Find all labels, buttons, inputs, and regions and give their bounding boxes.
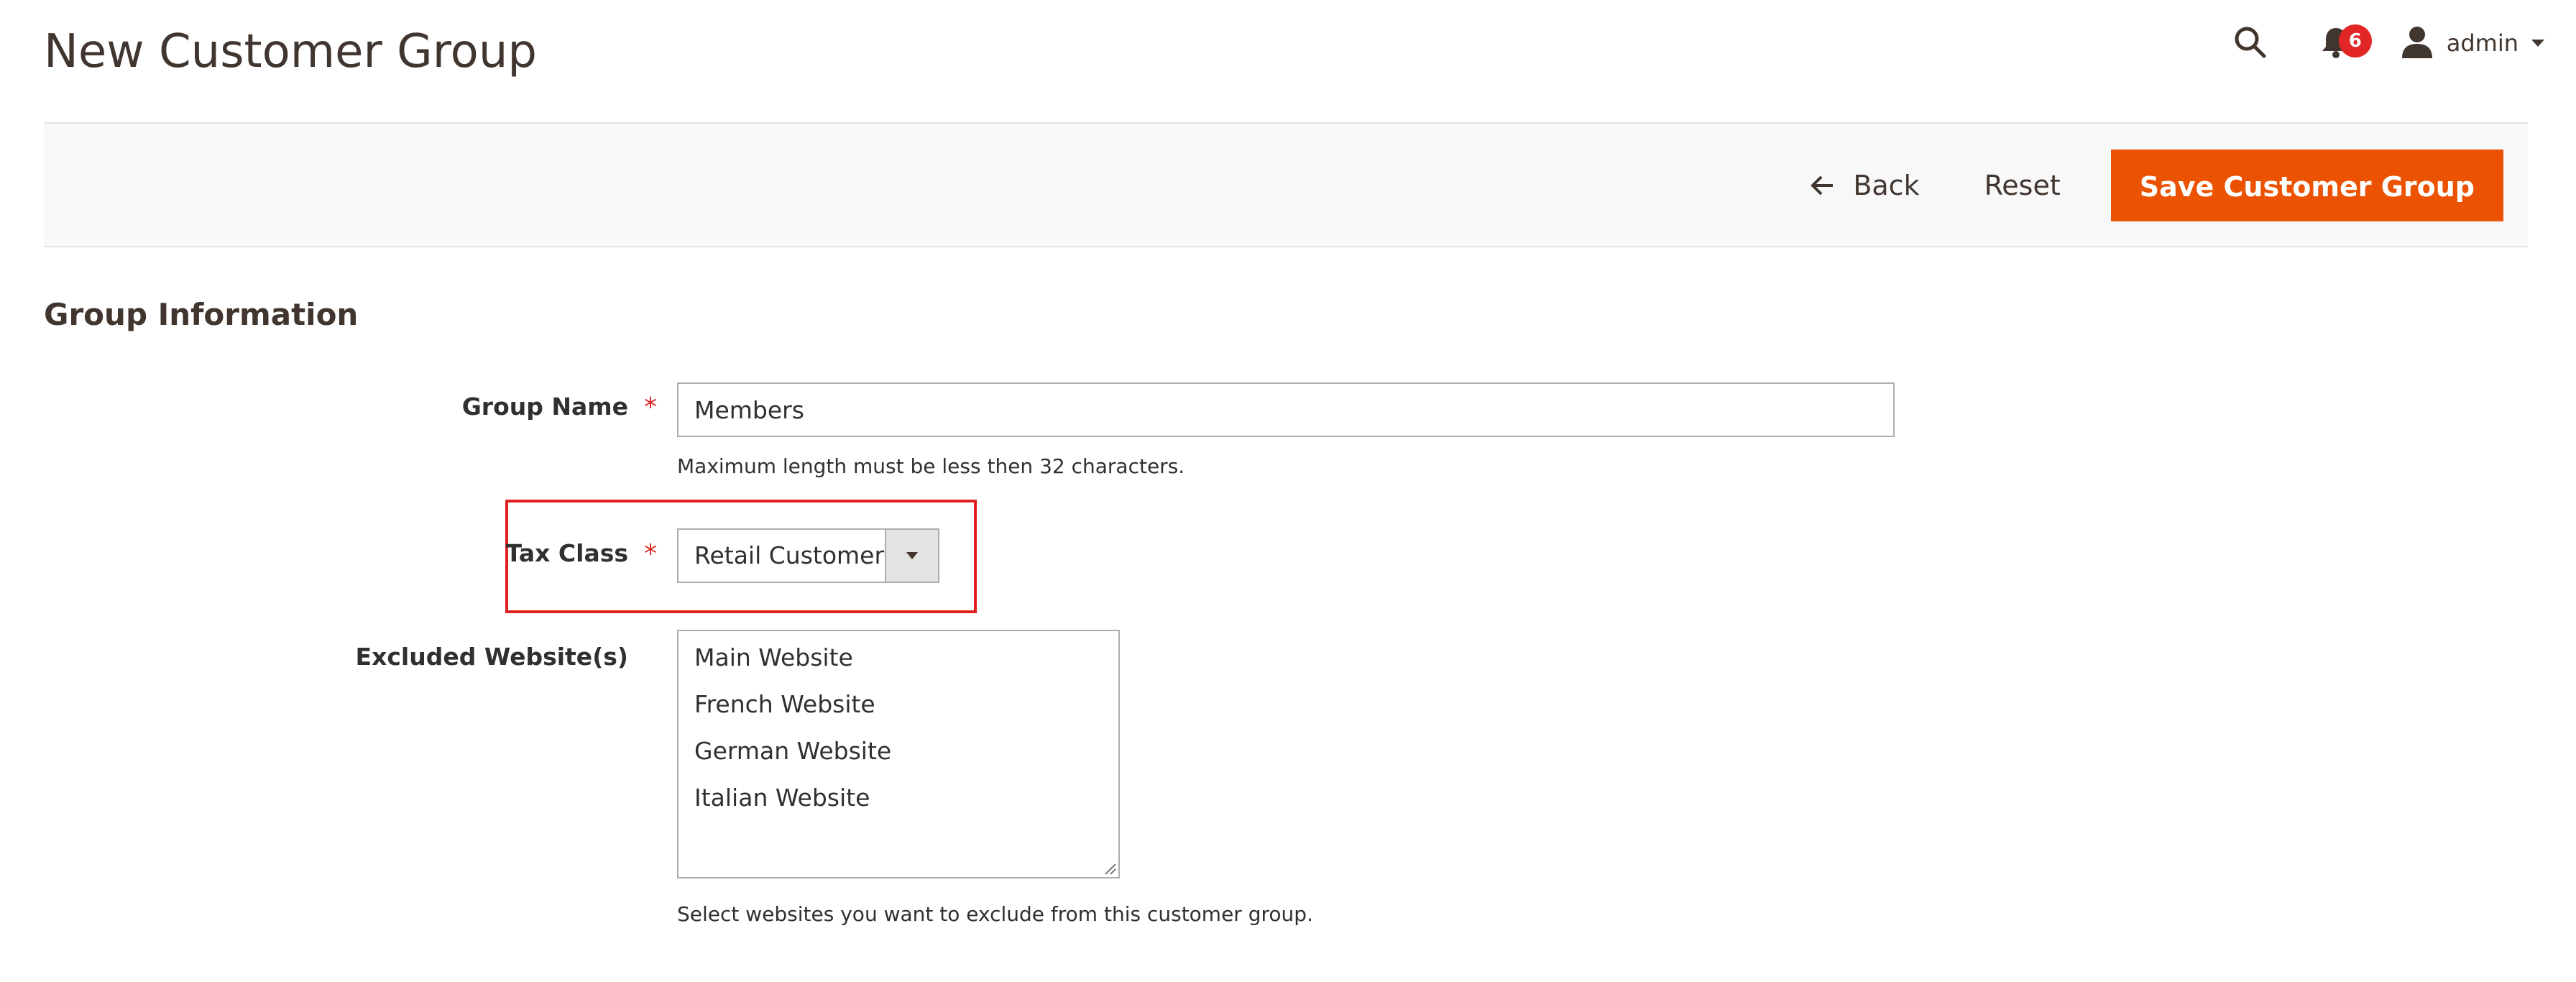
website-option-french[interactable]: French Website bbox=[678, 687, 1118, 733]
tax-class-required-mark: * bbox=[644, 539, 657, 569]
tax-class-select[interactable]: Retail Customer bbox=[677, 528, 939, 583]
user-menu[interactable]: admin bbox=[2401, 20, 2544, 66]
arrow-left-icon bbox=[1811, 175, 1834, 196]
page-title: New Customer Group bbox=[44, 25, 537, 78]
reset-button[interactable]: Reset bbox=[1977, 150, 2068, 221]
page-actions-bar: Back Reset Save Customer Group bbox=[44, 122, 2528, 247]
excluded-websites-multiselect[interactable]: Main Website French Website German Websi… bbox=[677, 630, 1120, 878]
chevron-down-icon bbox=[2531, 40, 2544, 47]
back-button[interactable]: Back bbox=[1803, 150, 1926, 221]
search-icon bbox=[2232, 24, 2267, 62]
search-button[interactable] bbox=[2228, 20, 2271, 66]
website-option-german[interactable]: German Website bbox=[678, 733, 1118, 780]
excluded-websites-note: Select websites you want to exclude from… bbox=[677, 902, 1313, 926]
group-name-required-mark: * bbox=[644, 393, 657, 422]
resize-grip-icon[interactable] bbox=[1103, 861, 1117, 876]
save-customer-group-button[interactable]: Save Customer Group bbox=[2110, 150, 2503, 221]
notifications-button[interactable]: 6 bbox=[2314, 20, 2372, 66]
group-name-note: Maximum length must be less then 32 char… bbox=[677, 454, 1185, 478]
tax-class-selected-value: Retail Customer bbox=[694, 541, 885, 569]
notifications-badge: 6 bbox=[2338, 24, 2372, 58]
chevron-down-icon bbox=[906, 552, 918, 559]
excluded-websites-label: Excluded Website(s) bbox=[355, 643, 628, 671]
user-name: admin bbox=[2446, 29, 2518, 57]
tax-class-select-toggle[interactable] bbox=[885, 530, 938, 582]
section-title: Group Information bbox=[44, 297, 359, 332]
page-actions: Back Reset Save Customer Group bbox=[1803, 150, 2503, 221]
tax-class-label: Tax Class bbox=[505, 539, 628, 567]
group-name-input[interactable] bbox=[677, 382, 1895, 437]
website-option-italian[interactable]: Italian Website bbox=[678, 780, 1118, 827]
group-name-label: Group Name bbox=[461, 393, 628, 421]
user-icon bbox=[2401, 25, 2434, 61]
back-button-label: Back bbox=[1853, 170, 1920, 201]
header-actions: 6 admin bbox=[2228, 20, 2544, 66]
website-option-main[interactable]: Main Website bbox=[678, 640, 1118, 687]
